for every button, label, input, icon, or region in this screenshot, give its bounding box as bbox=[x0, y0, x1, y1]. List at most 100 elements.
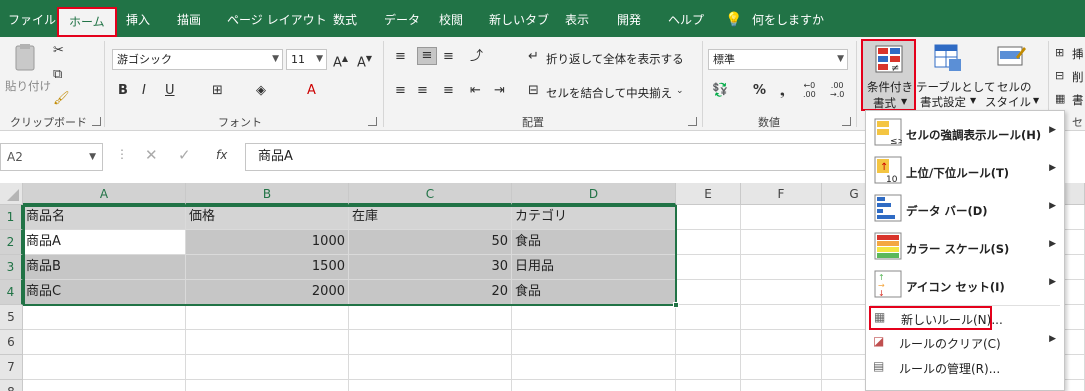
cell-f5[interactable] bbox=[741, 305, 822, 330]
cell-c2[interactable]: 50 bbox=[349, 230, 512, 255]
cell-d8[interactable] bbox=[512, 380, 676, 391]
merge-center-icon[interactable]: ⊟ bbox=[528, 83, 539, 99]
cell-c1[interactable]: 在庫 bbox=[349, 205, 512, 230]
cell-c5[interactable] bbox=[349, 305, 512, 330]
cell-d2[interactable]: 食品 bbox=[512, 230, 676, 255]
cell-e5[interactable] bbox=[676, 305, 741, 330]
font-launcher-icon[interactable] bbox=[368, 117, 377, 126]
borders-icon[interactable]: ⊞ bbox=[212, 83, 223, 99]
cell-f2[interactable] bbox=[741, 230, 822, 255]
cell-c3[interactable]: 30 bbox=[349, 255, 512, 280]
cut-icon[interactable]: ✂ bbox=[53, 43, 64, 59]
column-header-a[interactable]: A bbox=[23, 183, 186, 205]
column-header-b[interactable]: B bbox=[186, 183, 349, 205]
delete-cells-icon[interactable]: ⊟ bbox=[1055, 68, 1064, 84]
underline-icon[interactable]: U bbox=[165, 83, 175, 99]
cell-a1[interactable]: 商品名 bbox=[23, 205, 186, 230]
font-size-dropdown[interactable]: 11 ▼ bbox=[286, 49, 327, 70]
name-box[interactable]: A2 ▼ bbox=[0, 143, 103, 171]
column-header-f[interactable]: F bbox=[741, 183, 822, 205]
cell-styles-icon[interactable] bbox=[996, 43, 1026, 76]
cell-f1[interactable] bbox=[741, 205, 822, 230]
cell-c6[interactable] bbox=[349, 330, 512, 355]
merge-center-button[interactable]: セルを結合して中央揃え bbox=[546, 85, 672, 101]
cell-f4[interactable] bbox=[741, 280, 822, 305]
cell-e2[interactable] bbox=[676, 230, 741, 255]
cell-a7[interactable] bbox=[23, 355, 186, 380]
select-all-button[interactable] bbox=[0, 183, 23, 205]
cell-a8[interactable] bbox=[23, 380, 186, 391]
menu-item-data-bars[interactable]: データ バー(D) ▶ bbox=[866, 191, 1064, 227]
decrease-font-icon[interactable]: A▼ bbox=[357, 51, 372, 71]
tab-formulas[interactable]: 数式 bbox=[333, 0, 357, 37]
lightbulb-icon[interactable]: 💡 bbox=[725, 0, 742, 37]
format-cells-button[interactable]: 書 bbox=[1072, 92, 1084, 108]
cell-b3[interactable]: 1500 bbox=[186, 255, 349, 280]
menu-item-color-scales[interactable]: カラー スケール(S) ▶ bbox=[866, 229, 1064, 265]
cell-a4[interactable]: 商品C bbox=[23, 280, 186, 305]
alignment-launcher-icon[interactable] bbox=[688, 117, 697, 126]
align-top-icon[interactable]: ≡ bbox=[395, 49, 406, 65]
cell-b4[interactable]: 2000 bbox=[186, 280, 349, 305]
percent-icon[interactable]: % bbox=[753, 83, 766, 99]
menu-item-clear-rules[interactable]: ◪ ルールのクリア(C) ▶ bbox=[866, 331, 1064, 355]
tab-data[interactable]: データ bbox=[384, 0, 420, 37]
format-as-table-button[interactable]: テーブルとして bbox=[916, 79, 995, 95]
cell-styles-button[interactable]: セルの bbox=[997, 79, 1032, 95]
cell-e3[interactable] bbox=[676, 255, 741, 280]
accounting-format-icon[interactable]: 💱 bbox=[712, 83, 728, 99]
cell-b8[interactable] bbox=[186, 380, 349, 391]
conditional-formatting-button[interactable]: ≠ 条件付き 書式 ▼ bbox=[861, 39, 916, 111]
font-color-icon[interactable]: A bbox=[307, 83, 316, 99]
menu-item-new-rule[interactable]: ▦ 新しいルール(N)... bbox=[869, 306, 1003, 330]
insert-function-icon[interactable]: fx bbox=[216, 148, 227, 162]
cell-a6[interactable] bbox=[23, 330, 186, 355]
row-header-3[interactable]: 3 bbox=[0, 255, 23, 280]
align-right-icon[interactable]: ≡ bbox=[443, 83, 454, 99]
tab-home[interactable]: ホーム bbox=[57, 7, 117, 37]
enter-icon[interactable]: ✓ bbox=[178, 146, 191, 164]
number-format-dropdown[interactable]: 標準 ▼ bbox=[708, 49, 848, 70]
tab-view[interactable]: 表示 bbox=[565, 0, 589, 37]
cell-e6[interactable] bbox=[676, 330, 741, 355]
tell-me-search[interactable]: 何をしますか bbox=[752, 0, 824, 37]
cell-a5[interactable] bbox=[23, 305, 186, 330]
comma-style-icon[interactable]: ❟ bbox=[780, 83, 785, 99]
row-header-4[interactable]: 4 bbox=[0, 280, 23, 305]
paste-button[interactable]: 貼り付け bbox=[5, 78, 51, 94]
row-header-6[interactable]: 6 bbox=[0, 330, 23, 355]
decrease-decimal-icon[interactable]: .00 →.0 bbox=[830, 81, 844, 99]
fill-color-icon[interactable]: ◈ bbox=[256, 83, 266, 99]
cell-b7[interactable] bbox=[186, 355, 349, 380]
align-middle-icon[interactable]: ≡ bbox=[417, 47, 437, 65]
align-bottom-icon[interactable]: ≡ bbox=[443, 49, 454, 65]
tab-new[interactable]: 新しいタブ bbox=[489, 0, 549, 37]
menu-item-top-bottom-rules[interactable]: ↑ 10 上位/下位ルール(T) ▶ bbox=[866, 153, 1064, 189]
increase-decimal-icon[interactable]: ←0.00 bbox=[803, 81, 816, 99]
tab-page-layout[interactable]: ページ レイアウト bbox=[227, 0, 327, 37]
insert-cells-button[interactable]: 挿 bbox=[1072, 46, 1084, 62]
paste-icon[interactable] bbox=[8, 43, 44, 73]
cancel-icon[interactable]: ✕ bbox=[145, 146, 158, 164]
format-painter-icon[interactable]: 🖌 bbox=[53, 91, 70, 107]
formula-input[interactable]: 商品A bbox=[245, 143, 867, 171]
cell-d1[interactable]: カテゴリ bbox=[512, 205, 676, 230]
row-header-5[interactable]: 5 bbox=[0, 305, 23, 330]
wrap-text-icon[interactable]: ↵ bbox=[528, 49, 539, 65]
cell-f3[interactable] bbox=[741, 255, 822, 280]
cell-f7[interactable] bbox=[741, 355, 822, 380]
cell-b2[interactable]: 1000 bbox=[186, 230, 349, 255]
cell-b6[interactable] bbox=[186, 330, 349, 355]
cell-d3[interactable]: 日用品 bbox=[512, 255, 676, 280]
chevron-down-icon[interactable]: ▼ bbox=[89, 144, 96, 170]
tab-file[interactable]: ファイル bbox=[8, 0, 56, 37]
column-header-e[interactable]: E bbox=[676, 183, 741, 205]
delete-cells-button[interactable]: 削 bbox=[1072, 69, 1084, 85]
cell-d6[interactable] bbox=[512, 330, 676, 355]
tab-draw[interactable]: 描画 bbox=[177, 0, 201, 37]
cell-e7[interactable] bbox=[676, 355, 741, 380]
cell-d4[interactable]: 食品 bbox=[512, 280, 676, 305]
orientation-icon[interactable]: ⤴ bbox=[470, 49, 483, 65]
menu-item-icon-sets[interactable]: ↑ → ↓ アイコン セット(I) ▶ bbox=[866, 267, 1064, 303]
tab-developer[interactable]: 開発 bbox=[617, 0, 641, 37]
